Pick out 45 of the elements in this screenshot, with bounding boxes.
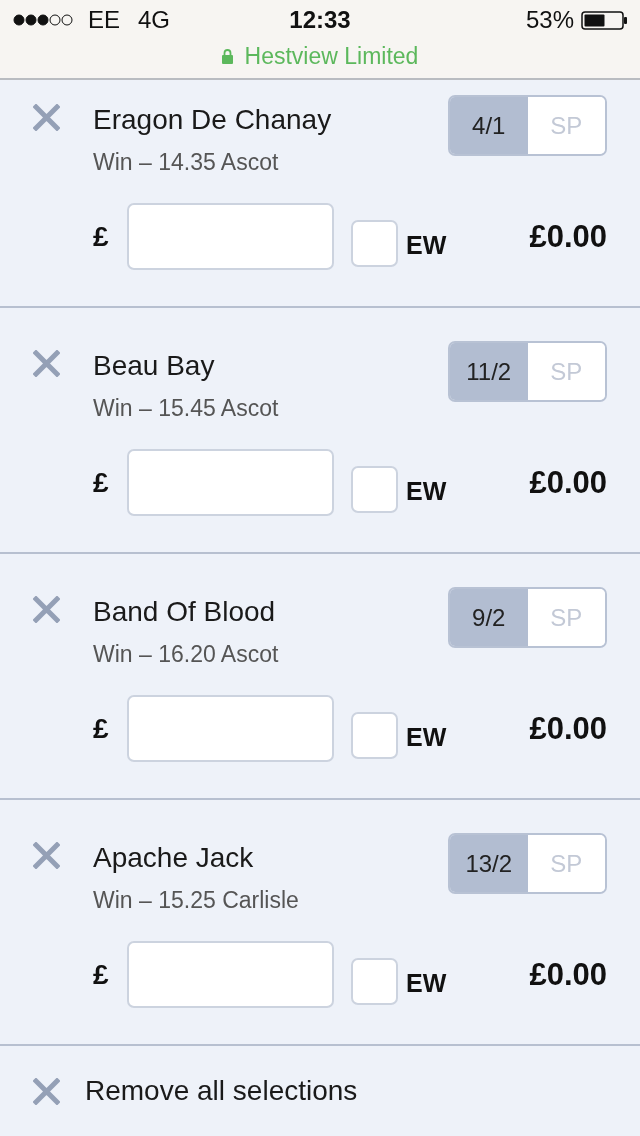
stake-input[interactable]	[127, 695, 334, 762]
stake-input[interactable]	[127, 449, 334, 516]
lock-icon	[221, 48, 233, 64]
network-type: 4G	[138, 6, 171, 34]
currency-symbol: £	[93, 712, 110, 745]
odds-option[interactable]: 4/1	[450, 97, 528, 154]
close-icon[interactable]	[33, 1077, 60, 1105]
battery-icon	[581, 10, 627, 30]
close-icon[interactable]	[33, 104, 60, 131]
selection-name: Apache Jack	[93, 841, 255, 875]
carrier-name: EE	[88, 6, 120, 34]
close-icon[interactable]	[33, 596, 60, 623]
close-icon[interactable]	[33, 842, 60, 869]
market-label: Win – 16.20 Ascot	[93, 640, 279, 668]
odds-option[interactable]: 11/2	[450, 343, 528, 400]
odds-option[interactable]: 13/2	[450, 835, 528, 892]
each-way-label: EW	[406, 723, 447, 752]
each-way-label: EW	[406, 477, 447, 506]
currency-symbol: £	[93, 220, 110, 253]
potential-returns: £0.00	[529, 218, 607, 255]
potential-returns: £0.00	[529, 956, 607, 993]
selection-name: Beau Bay	[93, 349, 216, 383]
potential-returns: £0.00	[529, 464, 607, 501]
stake-input[interactable]	[127, 941, 334, 1008]
odds-option[interactable]: 9/2	[450, 589, 528, 646]
currency-symbol: £	[93, 466, 110, 499]
stake-input[interactable]	[127, 203, 334, 270]
each-way-checkbox[interactable]	[351, 220, 398, 267]
each-way-checkbox[interactable]	[351, 712, 398, 759]
each-way-checkbox[interactable]	[351, 466, 398, 513]
signal-icon	[13, 14, 73, 26]
currency-symbol: £	[93, 958, 110, 991]
clock-time: 12:33	[289, 6, 351, 34]
each-way-checkbox[interactable]	[351, 958, 398, 1005]
selection-name: Band Of Blood	[93, 595, 277, 629]
battery-percent: 53%	[525, 6, 574, 34]
potential-returns: £0.00	[529, 710, 607, 747]
market-label: Win – 15.25 Carlisle	[93, 886, 299, 914]
close-icon[interactable]	[33, 350, 60, 377]
market-label: Win – 14.35 Ascot	[93, 148, 280, 176]
site-name: Hestview Limited	[244, 42, 419, 70]
each-way-label: EW	[406, 231, 447, 260]
market-label: Win – 15.45 Ascot	[93, 394, 279, 422]
selection-name: Eragon De Chanay	[93, 103, 332, 137]
each-way-label: EW	[406, 969, 447, 998]
